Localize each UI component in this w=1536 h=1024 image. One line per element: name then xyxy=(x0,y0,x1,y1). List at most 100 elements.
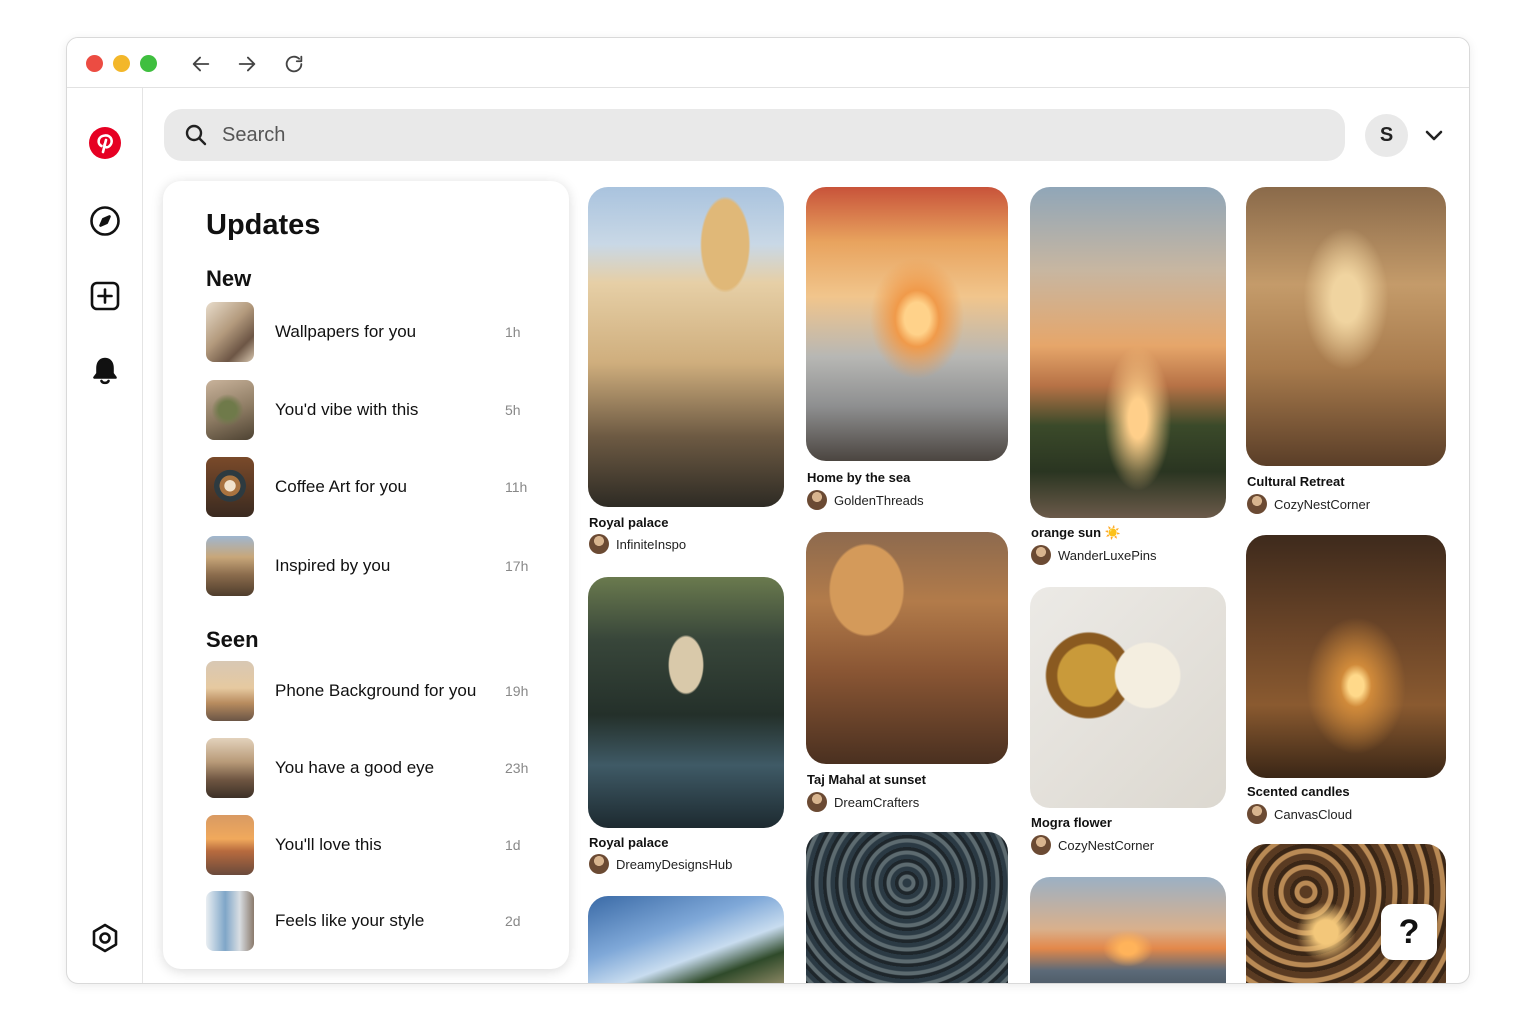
author-name: WanderLuxePins xyxy=(1058,547,1157,563)
reload-icon xyxy=(285,55,303,73)
author-name: CanvasCloud xyxy=(1274,806,1353,822)
update-item[interactable]: Inspired by you 17h xyxy=(206,536,536,596)
pin-card[interactable] xyxy=(806,832,1008,983)
bell-icon xyxy=(93,357,117,385)
author-avatar xyxy=(589,534,609,554)
author-name: CozyNestCorner xyxy=(1274,496,1371,512)
update-label: You have a good eye xyxy=(275,758,435,777)
update-label: You'd vibe with this xyxy=(275,400,419,419)
pin-image xyxy=(588,577,784,828)
pin-card[interactable]: Home by the sea GoldenThreads xyxy=(806,187,1008,512)
pin-title: orange sun ☀️ xyxy=(1031,525,1121,540)
close-window-button[interactable] xyxy=(86,55,103,72)
maximize-window-button[interactable] xyxy=(140,55,157,72)
settings-icon xyxy=(92,923,118,953)
search-placeholder: Search xyxy=(222,123,286,146)
pin-card[interactable] xyxy=(1030,877,1226,983)
update-time: 1h xyxy=(505,324,521,340)
author-name: InfiniteInspo xyxy=(616,536,687,552)
author-avatar xyxy=(1247,804,1267,824)
pin-image xyxy=(1030,587,1226,808)
update-thumbnail xyxy=(206,536,254,596)
pin-image xyxy=(1030,187,1226,518)
update-item[interactable]: Coffee Art for you 11h xyxy=(206,457,536,517)
sidebar-item-home[interactable] xyxy=(86,124,124,162)
pin-author[interactable]: CozyNestCorner xyxy=(1247,494,1370,514)
author-avatar xyxy=(589,854,609,874)
pin-title: Home by the sea xyxy=(807,470,911,485)
update-item[interactable]: Feels like your style 2d xyxy=(206,891,536,951)
account-menu-button[interactable] xyxy=(1423,124,1445,146)
update-item[interactable]: You'll love this 1d xyxy=(206,815,536,875)
pin-card[interactable]: Royal palace DreamyDesignsHub xyxy=(588,577,784,877)
update-label: Wallpapers for you xyxy=(275,322,417,341)
forward-button[interactable] xyxy=(234,51,260,77)
update-label: Coffee Art for you xyxy=(275,477,407,496)
pin-title: Cultural Retreat xyxy=(1247,474,1345,489)
update-label: Phone Background for you xyxy=(275,681,477,700)
pin-card[interactable] xyxy=(588,896,784,983)
update-item[interactable]: You'd vibe with this 5h xyxy=(206,380,536,440)
pin-author[interactable]: WanderLuxePins xyxy=(1031,545,1157,565)
pin-author[interactable]: CanvasCloud xyxy=(1247,804,1352,824)
update-item[interactable]: Wallpapers for you 1h xyxy=(206,302,536,362)
pin-image xyxy=(806,532,1008,764)
update-time: 5h xyxy=(505,402,521,418)
minimize-window-button[interactable] xyxy=(113,55,130,72)
update-time: 17h xyxy=(505,558,529,574)
plus-square-icon xyxy=(90,281,120,311)
pin-author[interactable]: InfiniteInspo xyxy=(589,534,686,554)
avatar[interactable]: S xyxy=(1365,114,1408,157)
updates-title: Updates xyxy=(206,209,321,241)
pin-image xyxy=(806,832,1008,983)
pin-image xyxy=(1030,877,1226,983)
update-label: You'll love this xyxy=(275,835,382,854)
author-avatar xyxy=(807,792,827,812)
author-avatar xyxy=(1031,835,1051,855)
sidebar-item-notifications[interactable] xyxy=(86,352,124,390)
update-time: 1d xyxy=(505,837,521,853)
pin-card[interactable]: Mogra flower CozyNestCorner xyxy=(1030,587,1226,857)
update-item[interactable]: You have a good eye 23h xyxy=(206,738,536,798)
browser-window: Search S Updates New Wallpapers for you … xyxy=(66,37,1470,984)
update-thumbnail xyxy=(206,457,254,517)
pin-card[interactable]: Cultural Retreat CozyNestCorner xyxy=(1246,187,1446,517)
seen-section-title: Seen xyxy=(206,627,259,652)
pin-card[interactable]: Scented candles CanvasCloud xyxy=(1246,535,1446,825)
sidebar-item-explore[interactable] xyxy=(86,202,124,240)
arrow-right-icon xyxy=(238,56,256,72)
help-button[interactable]: ? xyxy=(1381,904,1437,960)
chevron-down-icon xyxy=(1425,130,1443,141)
author-name: DreamCrafters xyxy=(834,794,920,810)
back-button[interactable] xyxy=(188,51,214,77)
pin-card[interactable]: Taj Mahal at sunset DreamCrafters xyxy=(806,532,1008,812)
update-time: 23h xyxy=(505,760,529,776)
updates-panel: Updates New Wallpapers for you 1h You'd … xyxy=(163,181,569,969)
pin-author[interactable]: DreamyDesignsHub xyxy=(589,854,732,874)
pin-card[interactable]: orange sun ☀️ WanderLuxePins xyxy=(1030,187,1226,567)
update-time: 19h xyxy=(505,683,529,699)
update-time: 11h xyxy=(505,479,528,495)
update-time: 2d xyxy=(505,913,521,929)
pin-author[interactable]: CozyNestCorner xyxy=(1031,835,1154,855)
pin-author[interactable]: GoldenThreads xyxy=(807,490,924,510)
search-input[interactable]: Search xyxy=(164,109,1345,161)
pin-image xyxy=(588,187,784,507)
pin-title: Royal palace xyxy=(589,515,669,530)
pin-image xyxy=(588,896,784,983)
sidebar-item-create[interactable] xyxy=(86,277,124,315)
update-thumbnail xyxy=(206,815,254,875)
pin-card[interactable]: Royal palace InfiniteInspo xyxy=(588,187,784,557)
update-item[interactable]: Phone Background for you 19h xyxy=(206,661,536,721)
author-name: CozyNestCorner xyxy=(1058,837,1155,853)
pin-image xyxy=(1246,187,1446,466)
pin-title: Mogra flower xyxy=(1031,815,1112,830)
reload-button[interactable] xyxy=(281,51,307,77)
avatar-initial: S xyxy=(1379,124,1394,146)
left-sidebar xyxy=(67,88,143,983)
pin-author[interactable]: DreamCrafters xyxy=(807,792,919,812)
pin-title: Royal palace xyxy=(589,835,669,850)
sidebar-item-settings[interactable] xyxy=(86,919,124,957)
update-thumbnail xyxy=(206,302,254,362)
author-avatar xyxy=(1031,545,1051,565)
